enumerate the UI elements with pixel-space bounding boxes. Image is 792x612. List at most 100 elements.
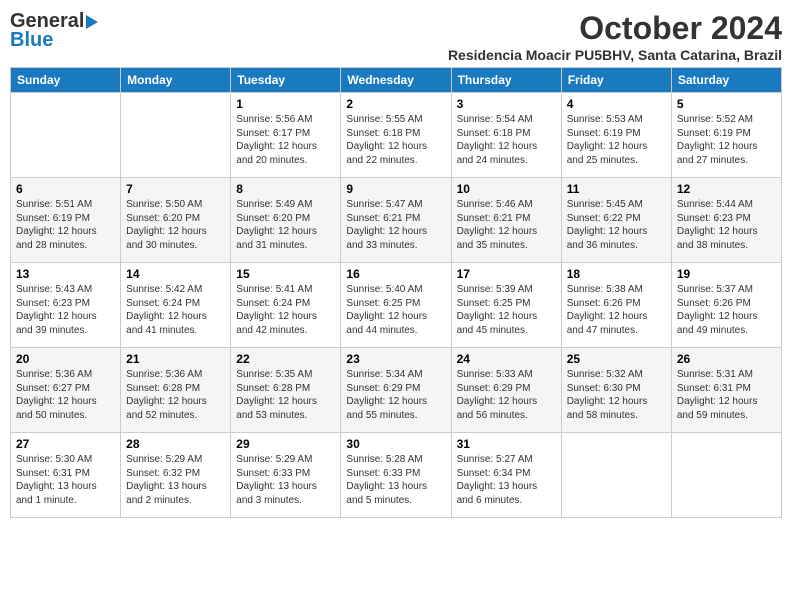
day-info: Sunrise: 5:28 AM Sunset: 6:33 PM Dayligh…	[346, 453, 445, 507]
calendar-cell: 16Sunrise: 5:40 AM Sunset: 6:25 PM Dayli…	[341, 263, 451, 348]
day-number: 12	[677, 182, 776, 196]
day-number: 13	[16, 267, 115, 281]
day-number: 11	[567, 182, 666, 196]
col-header-tuesday: Tuesday	[231, 68, 341, 93]
day-number: 21	[126, 352, 225, 366]
calendar-cell: 1Sunrise: 5:56 AM Sunset: 6:17 PM Daylig…	[231, 93, 341, 178]
day-info: Sunrise: 5:34 AM Sunset: 6:29 PM Dayligh…	[346, 368, 445, 422]
day-info: Sunrise: 5:29 AM Sunset: 6:33 PM Dayligh…	[236, 453, 335, 507]
day-info: Sunrise: 5:35 AM Sunset: 6:28 PM Dayligh…	[236, 368, 335, 422]
day-number: 5	[677, 97, 776, 111]
day-info: Sunrise: 5:27 AM Sunset: 6:34 PM Dayligh…	[457, 453, 556, 507]
day-number: 7	[126, 182, 225, 196]
calendar-table: SundayMondayTuesdayWednesdayThursdayFrid…	[10, 67, 782, 518]
day-info: Sunrise: 5:42 AM Sunset: 6:24 PM Dayligh…	[126, 283, 225, 337]
day-number: 17	[457, 267, 556, 281]
day-info: Sunrise: 5:45 AM Sunset: 6:22 PM Dayligh…	[567, 198, 666, 252]
day-info: Sunrise: 5:54 AM Sunset: 6:18 PM Dayligh…	[457, 113, 556, 167]
day-info: Sunrise: 5:49 AM Sunset: 6:20 PM Dayligh…	[236, 198, 335, 252]
day-number: 19	[677, 267, 776, 281]
week-row-1: 1Sunrise: 5:56 AM Sunset: 6:17 PM Daylig…	[11, 93, 782, 178]
calendar-cell: 19 Sunrise: 5:37 AM Sunset: 6:26 PM Dayli…	[671, 263, 781, 348]
day-info: Sunrise: 5:52 AM Sunset: 6:19 PM Dayligh…	[677, 113, 776, 167]
day-info: Sunrise: 5:51 AM Sunset: 6:19 PM Dayligh…	[16, 198, 115, 252]
week-row-2: 6 Sunrise: 5:51 AM Sunset: 6:19 PM Daylig…	[11, 178, 782, 263]
calendar-cell	[561, 433, 671, 518]
day-number: 31	[457, 437, 556, 451]
calendar-cell: 11 Sunrise: 5:45 AM Sunset: 6:22 PM Dayli…	[561, 178, 671, 263]
day-number: 25	[567, 352, 666, 366]
subtitle: Residencia Moacir PU5BHV, Santa Catarina…	[448, 47, 782, 63]
day-number: 8	[236, 182, 335, 196]
calendar-cell: 25 Sunrise: 5:32 AM Sunset: 6:30 PM Dayli…	[561, 348, 671, 433]
calendar-cell: 9Sunrise: 5:47 AM Sunset: 6:21 PM Daylig…	[341, 178, 451, 263]
calendar-header-row: SundayMondayTuesdayWednesdayThursdayFrid…	[11, 68, 782, 93]
calendar-cell: 15 Sunrise: 5:41 AM Sunset: 6:24 PM Dayli…	[231, 263, 341, 348]
col-header-wednesday: Wednesday	[341, 68, 451, 93]
col-header-sunday: Sunday	[11, 68, 121, 93]
calendar-cell: 8 Sunrise: 5:49 AM Sunset: 6:20 PM Daylig…	[231, 178, 341, 263]
day-info: Sunrise: 5:46 AM Sunset: 6:21 PM Dayligh…	[457, 198, 556, 252]
day-info: Sunrise: 5:56 AM Sunset: 6:17 PM Dayligh…	[236, 113, 335, 167]
calendar-cell: 3Sunrise: 5:54 AM Sunset: 6:18 PM Daylig…	[451, 93, 561, 178]
day-number: 6	[16, 182, 115, 196]
calendar-cell: 6 Sunrise: 5:51 AM Sunset: 6:19 PM Daylig…	[11, 178, 121, 263]
day-info: Sunrise: 5:53 AM Sunset: 6:19 PM Dayligh…	[567, 113, 666, 167]
day-number: 30	[346, 437, 445, 451]
calendar-cell: 7 Sunrise: 5:50 AM Sunset: 6:20 PM Daylig…	[121, 178, 231, 263]
day-number: 26	[677, 352, 776, 366]
page-header: General Blue October 2024 Residencia Moa…	[10, 10, 782, 63]
calendar-cell: 24 Sunrise: 5:33 AM Sunset: 6:29 PM Dayli…	[451, 348, 561, 433]
calendar-cell	[11, 93, 121, 178]
day-info: Sunrise: 5:55 AM Sunset: 6:18 PM Dayligh…	[346, 113, 445, 167]
day-number: 2	[346, 97, 445, 111]
calendar-cell: 31 Sunrise: 5:27 AM Sunset: 6:34 PM Dayli…	[451, 433, 561, 518]
day-number: 28	[126, 437, 225, 451]
day-number: 20	[16, 352, 115, 366]
day-number: 24	[457, 352, 556, 366]
col-header-saturday: Saturday	[671, 68, 781, 93]
day-number: 4	[567, 97, 666, 111]
calendar-cell: 10 Sunrise: 5:46 AM Sunset: 6:21 PM Dayli…	[451, 178, 561, 263]
calendar-cell: 21 Sunrise: 5:36 AM Sunset: 6:28 PM Dayli…	[121, 348, 231, 433]
col-header-friday: Friday	[561, 68, 671, 93]
week-row-3: 13 Sunrise: 5:43 AM Sunset: 6:23 PM Dayli…	[11, 263, 782, 348]
calendar-cell: 14 Sunrise: 5:42 AM Sunset: 6:24 PM Dayli…	[121, 263, 231, 348]
day-info: Sunrise: 5:44 AM Sunset: 6:23 PM Dayligh…	[677, 198, 776, 252]
calendar-cell: 23 Sunrise: 5:34 AM Sunset: 6:29 PM Dayli…	[341, 348, 451, 433]
day-info: Sunrise: 5:50 AM Sunset: 6:20 PM Dayligh…	[126, 198, 225, 252]
calendar-cell: 5 Sunrise: 5:52 AM Sunset: 6:19 PM Daylig…	[671, 93, 781, 178]
logo: General Blue	[10, 10, 98, 52]
day-info: Sunrise: 5:30 AM Sunset: 6:31 PM Dayligh…	[16, 453, 115, 507]
day-info: Sunrise: 5:33 AM Sunset: 6:29 PM Dayligh…	[457, 368, 556, 422]
month-title: October 2024	[448, 10, 782, 47]
day-number: 16	[346, 267, 445, 281]
day-number: 10	[457, 182, 556, 196]
calendar-cell: 22 Sunrise: 5:35 AM Sunset: 6:28 PM Dayli…	[231, 348, 341, 433]
day-number: 22	[236, 352, 335, 366]
calendar-cell: 30 Sunrise: 5:28 AM Sunset: 6:33 PM Dayli…	[341, 433, 451, 518]
day-number: 14	[126, 267, 225, 281]
calendar-cell	[121, 93, 231, 178]
day-number: 9	[346, 182, 445, 196]
week-row-5: 27Sunrise: 5:30 AM Sunset: 6:31 PM Dayli…	[11, 433, 782, 518]
day-info: Sunrise: 5:32 AM Sunset: 6:30 PM Dayligh…	[567, 368, 666, 422]
day-info: Sunrise: 5:29 AM Sunset: 6:32 PM Dayligh…	[126, 453, 225, 507]
day-info: Sunrise: 5:39 AM Sunset: 6:25 PM Dayligh…	[457, 283, 556, 337]
day-number: 15	[236, 267, 335, 281]
calendar-cell: 13 Sunrise: 5:43 AM Sunset: 6:23 PM Dayli…	[11, 263, 121, 348]
day-info: Sunrise: 5:36 AM Sunset: 6:28 PM Dayligh…	[126, 368, 225, 422]
calendar-cell: 17 Sunrise: 5:39 AM Sunset: 6:25 PM Dayli…	[451, 263, 561, 348]
day-info: Sunrise: 5:38 AM Sunset: 6:26 PM Dayligh…	[567, 283, 666, 337]
calendar-cell: 26Sunrise: 5:31 AM Sunset: 6:31 PM Dayli…	[671, 348, 781, 433]
day-number: 18	[567, 267, 666, 281]
day-info: Sunrise: 5:37 AM Sunset: 6:26 PM Dayligh…	[677, 283, 776, 337]
title-block: October 2024 Residencia Moacir PU5BHV, S…	[448, 10, 782, 63]
logo-blue: Blue	[10, 29, 53, 52]
day-info: Sunrise: 5:41 AM Sunset: 6:24 PM Dayligh…	[236, 283, 335, 337]
day-number: 23	[346, 352, 445, 366]
calendar-cell: 29Sunrise: 5:29 AM Sunset: 6:33 PM Dayli…	[231, 433, 341, 518]
calendar-cell: 12 Sunrise: 5:44 AM Sunset: 6:23 PM Dayli…	[671, 178, 781, 263]
day-info: Sunrise: 5:43 AM Sunset: 6:23 PM Dayligh…	[16, 283, 115, 337]
logo-arrow-icon	[86, 15, 98, 29]
